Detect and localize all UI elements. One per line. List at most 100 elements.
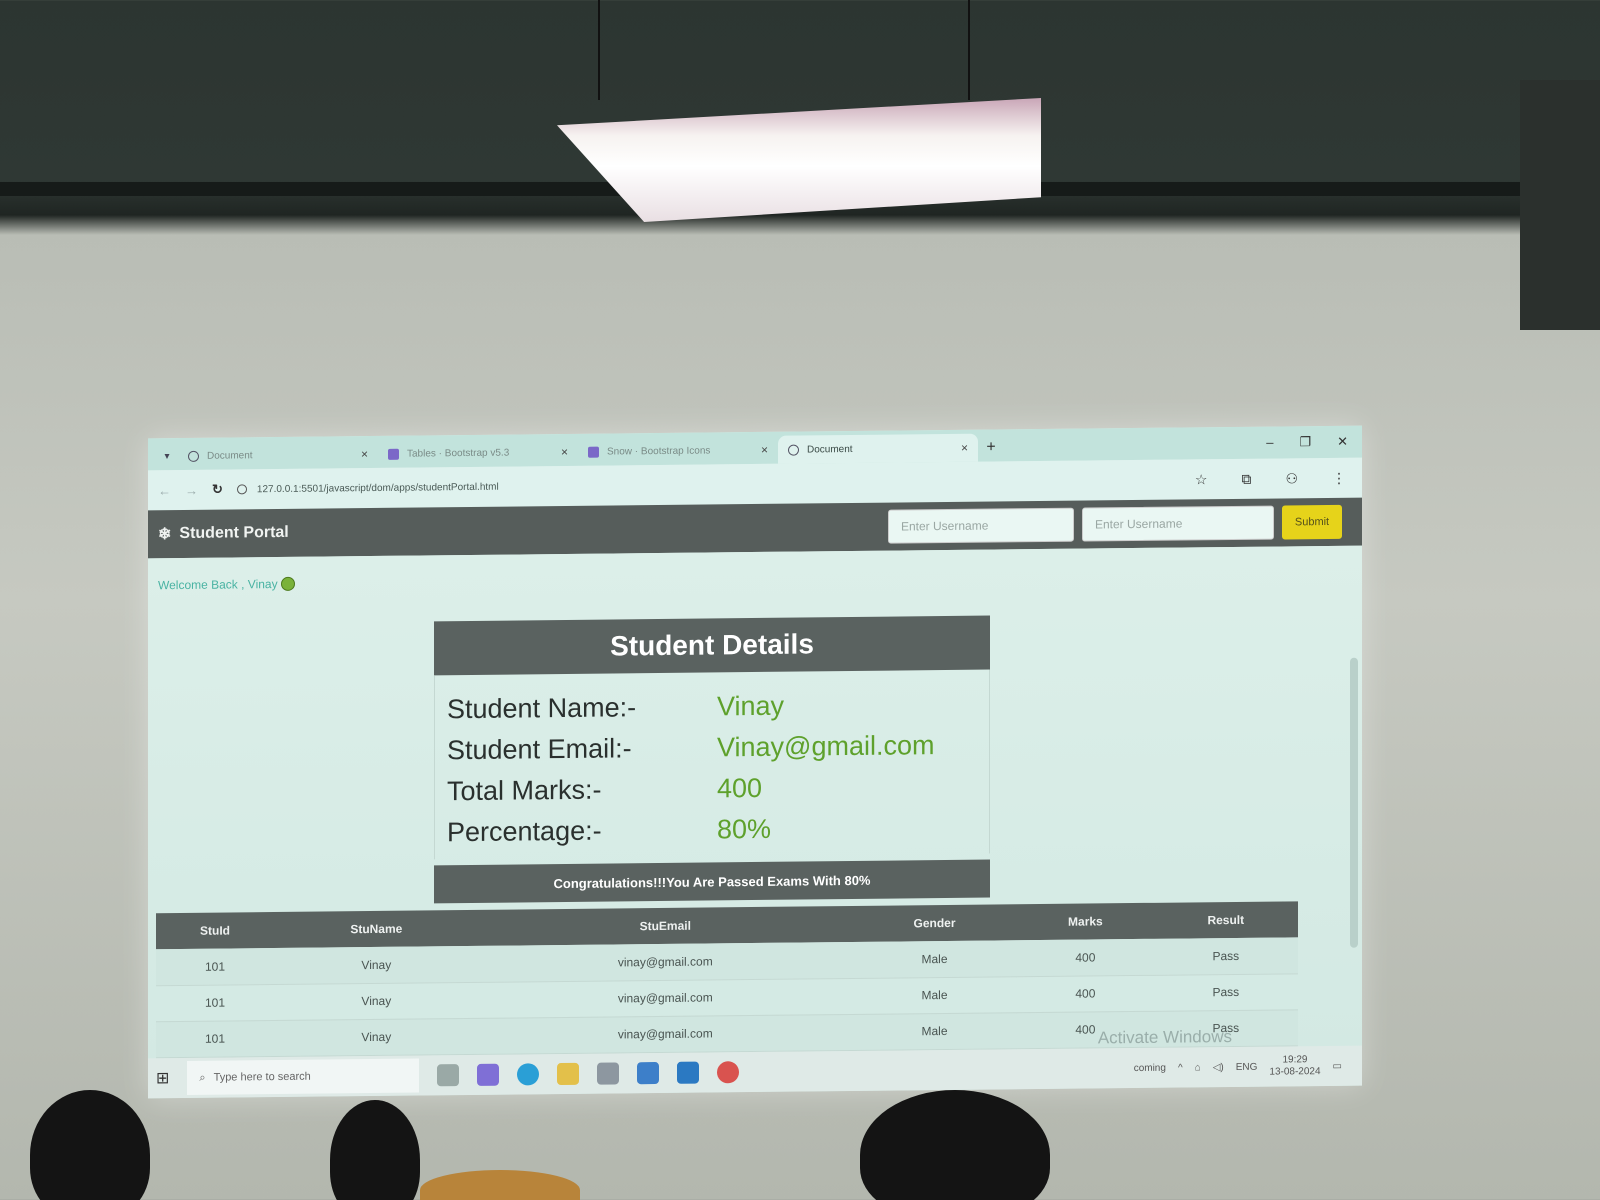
tab-title: Document [807, 443, 853, 455]
tab-title: Tables · Bootstrap v5.3 [407, 447, 510, 460]
menu-dots-icon[interactable]: ⋮ [1332, 469, 1346, 486]
url-text: 127.0.0.1:5501/javascript/dom/apps/stude… [256, 481, 499, 495]
table-cell: 101 [156, 1020, 275, 1058]
page-scrollbar[interactable] [1350, 657, 1358, 948]
clock-date: 13-08-2024 [1269, 1066, 1321, 1078]
projected-screen: ▾ Document × Tables · Bootstrap v5.3 × S… [148, 425, 1362, 1099]
detail-label: Total Marks:- [447, 774, 602, 807]
detail-row-name: Student Name:- Vinay [447, 684, 977, 731]
detail-row-percentage: Percentage:- 80% [447, 807, 977, 854]
close-window-icon[interactable]: ✕ [1337, 434, 1348, 450]
browser-tab-active[interactable]: Document × [778, 433, 978, 464]
detail-label: Student Email:- [447, 733, 632, 766]
column-header: StuId [156, 912, 275, 950]
bootstrap-icon [588, 446, 599, 458]
browser-tab[interactable]: Tables · Bootstrap v5.3 × [378, 438, 578, 468]
table-cell: Pass [1153, 973, 1298, 1011]
detail-value: 80% [717, 813, 772, 845]
chrome-icon[interactable] [717, 1061, 740, 1084]
globe-icon [788, 444, 799, 456]
edge-browser-icon[interactable] [517, 1063, 540, 1086]
restore-icon[interactable]: ❐ [1299, 434, 1311, 450]
ceiling-lamp [557, 98, 1041, 222]
detail-row-marks: Total Marks:- 400 [447, 766, 977, 813]
column-header: Marks [1017, 902, 1154, 941]
smiley-icon [280, 576, 295, 591]
table-cell: vinay@gmail.com [478, 977, 852, 1018]
profile-icon[interactable]: ⚇ [1285, 470, 1298, 487]
extensions-icon[interactable]: ⧉ [1241, 470, 1251, 487]
language-indicator[interactable]: ENG [1236, 1061, 1258, 1072]
copilot-icon[interactable] [477, 1063, 500, 1086]
browser-tab[interactable]: Snow · Bootstrap Icons × [578, 436, 778, 466]
tab-search-chevron-icon[interactable]: ▾ [156, 442, 178, 470]
audience-head [30, 1090, 150, 1200]
forward-arrow-icon[interactable]: → [185, 482, 198, 497]
snowflake-icon: ❄ [158, 526, 172, 544]
brand[interactable]: ❄ Student Portal [158, 523, 289, 544]
vscode-icon[interactable] [677, 1061, 700, 1084]
detail-label: Percentage:- [447, 815, 602, 848]
username-input-2[interactable] [1082, 505, 1274, 542]
site-info-icon[interactable] [236, 484, 247, 495]
search-icon: ⌕ [199, 1071, 206, 1084]
table-cell: Vinay [274, 1017, 479, 1057]
store-icon[interactable] [597, 1062, 620, 1085]
search-placeholder: Type here to search [213, 1070, 311, 1084]
table-cell: vinay@gmail.com [478, 1013, 852, 1054]
globe-icon [188, 450, 199, 462]
close-tab-icon[interactable]: × [761, 443, 768, 457]
card-body: Student Name:- Vinay Student Email:- Vin… [434, 669, 990, 860]
clock[interactable]: 19:29 13-08-2024 [1269, 1054, 1320, 1079]
close-tab-icon[interactable]: × [361, 447, 368, 461]
brand-title: Student Portal [179, 523, 289, 543]
wall-fixture [1520, 80, 1600, 330]
browser-tab[interactable]: Document × [178, 440, 378, 470]
result-banner: Congratulations!!!You Are Passed Exams W… [434, 859, 990, 904]
close-tab-icon[interactable]: × [961, 441, 968, 455]
table-cell: 101 [156, 984, 275, 1022]
username-input-1[interactable] [888, 507, 1074, 544]
table-cell: Pass [1153, 937, 1298, 975]
back-arrow-icon[interactable]: ← [158, 483, 171, 498]
welcome-text: Welcome Back , Vinay [158, 576, 278, 593]
detail-row-email: Student Email:- Vinay@gmail.com [447, 725, 977, 772]
volume-icon[interactable]: ◁) [1213, 1062, 1224, 1073]
window-controls: – ❐ ✕ [1266, 434, 1362, 459]
table-cell: Vinay [274, 945, 479, 985]
audience-shoulder [420, 1170, 580, 1200]
activate-windows-watermark: Activate Windows [1097, 1027, 1232, 1048]
task-view-icon[interactable] [437, 1064, 460, 1087]
detail-value: 400 [717, 772, 763, 804]
mail-icon[interactable] [637, 1062, 660, 1085]
table-cell: vinay@gmail.com [478, 941, 852, 982]
reload-icon[interactable]: ↻ [212, 482, 223, 498]
card-title: Student Details [434, 615, 990, 676]
student-details-card: Student Details Student Name:- Vinay Stu… [434, 615, 990, 904]
system-tray: coming ^ ⌂ ◁) ENG 19:29 13-08-2024 ▭ [1134, 1054, 1362, 1080]
column-header: Result [1153, 901, 1298, 939]
notification-icon[interactable]: ▭ [1333, 1060, 1342, 1071]
lamp-wire-left [598, 0, 600, 100]
file-explorer-icon[interactable] [557, 1062, 580, 1086]
submit-button[interactable]: Submit [1282, 504, 1342, 540]
page-content: Welcome Back , Vinay Student Details Stu… [148, 545, 1362, 1067]
detail-label: Student Name:- [447, 692, 637, 725]
new-tab-button[interactable]: + [978, 433, 1004, 461]
network-icon[interactable]: ⌂ [1195, 1062, 1201, 1073]
column-header: StuEmail [478, 905, 852, 946]
welcome-message: Welcome Back , Vinay [158, 576, 295, 593]
column-header: StuName [274, 909, 479, 949]
tab-title: Document [207, 449, 253, 462]
url-field[interactable]: 127.0.0.1:5501/javascript/dom/apps/stude… [236, 474, 1181, 495]
column-header: Gender [851, 904, 1018, 942]
bookmark-star-icon[interactable]: ☆ [1195, 471, 1208, 488]
tray-chevron-icon[interactable]: ^ [1178, 1062, 1183, 1073]
table-cell: Male [851, 940, 1018, 978]
minimize-icon[interactable]: – [1266, 435, 1273, 451]
table-cell: 400 [1017, 974, 1154, 1013]
taskbar-search[interactable]: ⌕ Type here to search [187, 1058, 420, 1095]
table-cell: 400 [1017, 938, 1154, 977]
windows-start-icon[interactable]: ⊞ [156, 1068, 169, 1088]
close-tab-icon[interactable]: × [561, 445, 568, 459]
